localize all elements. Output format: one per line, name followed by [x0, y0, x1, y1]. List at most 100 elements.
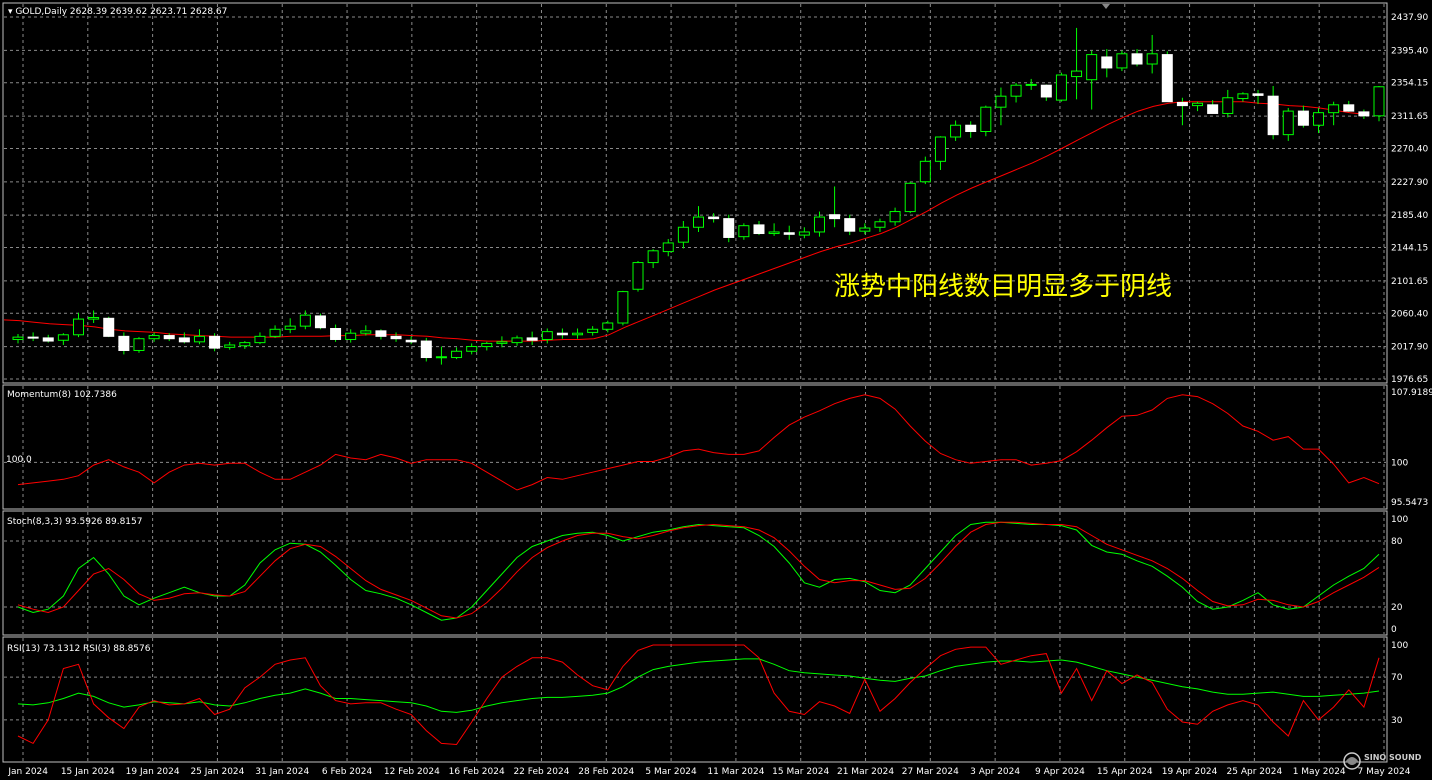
candle [1055, 72, 1067, 102]
candle-body-bull [617, 291, 629, 324]
candle [12, 333, 24, 344]
price-tick-label: 2270.40 [1391, 144, 1428, 154]
candle-body-bear [556, 332, 568, 336]
candle-body-bull [572, 332, 584, 336]
candle [1025, 78, 1037, 90]
candle [708, 213, 720, 223]
candle [299, 310, 311, 330]
candle [829, 186, 841, 228]
candle-body-bull [587, 328, 599, 333]
candle-body-bull [693, 216, 704, 228]
candle [209, 333, 221, 352]
candle [1071, 27, 1083, 100]
rsi3-line [17, 644, 1380, 746]
candle [314, 313, 326, 330]
candle-body-bull [148, 335, 160, 340]
stoch-tick-label: 0 [1391, 625, 1397, 635]
candle [224, 341, 236, 350]
candle [874, 218, 886, 232]
candle-body-bear [1358, 111, 1370, 117]
candle-body-bull [511, 337, 523, 344]
candle [451, 347, 463, 360]
candle-body-bull [1237, 93, 1249, 100]
candle [511, 335, 523, 346]
candle-body-bull [466, 346, 478, 352]
candle [42, 334, 54, 343]
candle [844, 214, 856, 236]
candle-body-bear [1252, 93, 1264, 96]
candle-body-bull [1313, 112, 1325, 126]
price-tick-label: 2395.40 [1391, 46, 1428, 56]
price-tick-label: 2354.15 [1391, 79, 1428, 89]
candle-body-bear [163, 335, 175, 340]
candle [587, 326, 599, 336]
candle-body-bear [723, 218, 735, 238]
x-tick-label: 27 Mar 2024 [902, 767, 959, 777]
candle [950, 120, 962, 141]
x-tick-label: 9 Apr 2024 [1035, 767, 1085, 777]
candle-body-bull [874, 221, 886, 228]
candle [572, 328, 584, 339]
candle-body-bull [1222, 97, 1234, 114]
candle [88, 310, 100, 324]
candle-body-bull [541, 331, 553, 340]
candle [72, 312, 84, 338]
candle-body-bull [738, 225, 750, 238]
candle-body-bull [859, 227, 871, 232]
candle-body-bull [360, 330, 372, 334]
candle-body-bull [72, 318, 84, 336]
candle [919, 156, 931, 185]
candle [481, 341, 493, 351]
candle-body-bear [1343, 104, 1355, 112]
x-tick-label: 15 Jan 2024 [61, 767, 115, 777]
x-tick-label: 31 Jan 2024 [255, 767, 309, 777]
candle-body-bull [345, 332, 357, 340]
candle [1086, 50, 1098, 110]
candle-body-bull [57, 334, 69, 341]
x-tick-label: 19 Apr 2024 [1162, 767, 1218, 777]
candle [541, 328, 553, 344]
candle-body-bear [1207, 104, 1219, 114]
candle-body-bear [1267, 95, 1279, 136]
candle-body-bull [677, 226, 689, 243]
candle-body-bear [844, 218, 856, 232]
candle-body-bull [995, 95, 1007, 108]
candle-body-bull [284, 325, 296, 330]
candle-body-bear [965, 124, 977, 133]
candlesticks [12, 27, 1385, 365]
x-tick-label: Jan 2024 [7, 767, 48, 777]
stoch-label: Stoch(8,3,3) 93.5926 89.8157 [7, 517, 142, 527]
momentum-line [17, 394, 1380, 491]
candle [1161, 51, 1173, 103]
candle [193, 329, 205, 345]
momentum-tick-label: 107.9189 [1391, 388, 1432, 398]
candle-body-bear [209, 335, 221, 349]
candle-body-bear [708, 216, 720, 220]
candle [1373, 85, 1385, 122]
x-tick-label: 22 Feb 2024 [513, 767, 569, 777]
candle-body-bear [753, 224, 765, 235]
annotation-text: 涨势中阳线数目明显多于阴线 [834, 272, 1172, 302]
x-tick-label: 3 Apr 2024 [970, 767, 1020, 777]
pane-frame-price [2, 2, 1388, 384]
x-tick-label: 7 May 2024 [1358, 767, 1411, 777]
x-tick-label: 21 Mar 2024 [837, 767, 894, 777]
momentum-label: Momentum(8) 102.7386 [7, 390, 117, 400]
candle-body-bull [980, 106, 992, 133]
price-tick-label: 2185.40 [1391, 211, 1428, 221]
candle-body-bull [224, 344, 236, 348]
candle [27, 332, 39, 342]
stoch-tick-label: 20 [1391, 603, 1403, 613]
candle-body-bear [1161, 54, 1173, 103]
candle-body-bull [1071, 70, 1083, 78]
candle-body-bull [133, 338, 145, 351]
candle-body-bear [103, 317, 115, 337]
candle [375, 329, 387, 340]
x-tick-label: 1 May 2024 [1293, 767, 1346, 777]
rsi-tick-label: 30 [1391, 716, 1403, 726]
candle [738, 223, 750, 240]
ma-path [3, 101, 1366, 342]
candle-body-bull [1025, 83, 1037, 86]
candle-body-bull [1116, 53, 1128, 69]
stoch-signal-line [17, 521, 1380, 619]
